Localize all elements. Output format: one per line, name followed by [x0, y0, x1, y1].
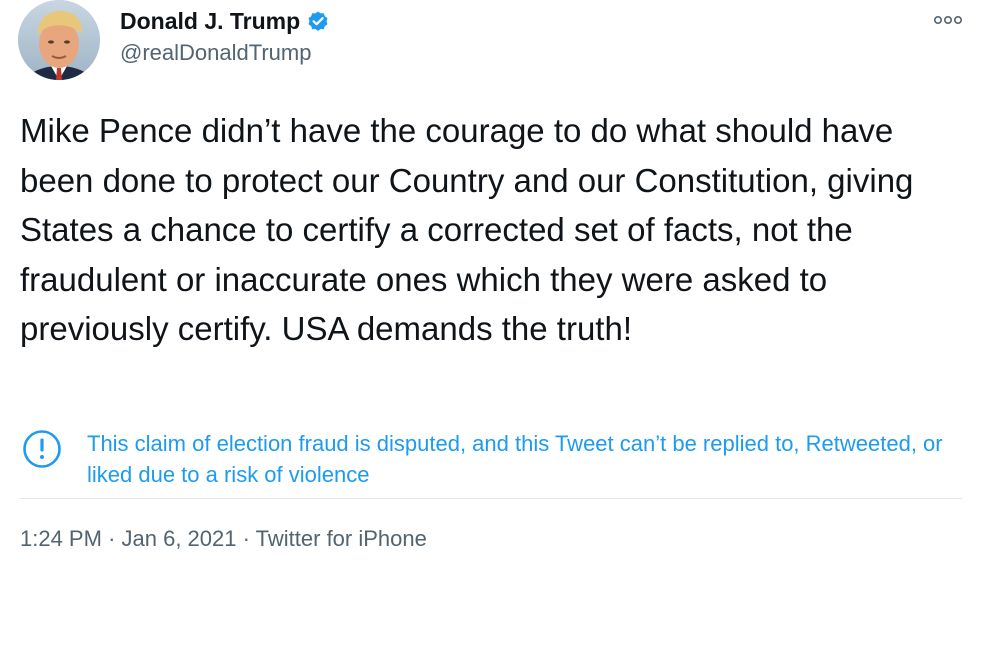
author-name-row: Donald J. Trump — [120, 6, 330, 36]
disputed-claim-notice[interactable]: This claim of election fraud is disputed… — [22, 426, 962, 492]
tweet-source[interactable]: Twitter for iPhone — [256, 526, 427, 551]
ellipsis-icon — [933, 15, 962, 25]
divider — [20, 498, 962, 499]
disputed-claim-text[interactable]: This claim of election fraud is disputed… — [87, 428, 967, 490]
tweet-text: Mike Pence didn’t have the courage to do… — [20, 112, 914, 347]
verified-badge-icon — [308, 11, 328, 31]
tweet-metadata: 1:24 PM · Jan 6, 2021 · Twitter for iPho… — [20, 526, 427, 552]
meta-separator: · — [242, 526, 250, 551]
tweet-card: Donald J. Trump @realDonaldTrump Mike Pe… — [0, 0, 986, 670]
profile-photo — [18, 0, 100, 80]
author-handle[interactable]: @realDonaldTrump — [120, 40, 311, 66]
tweet-time[interactable]: 1:24 PM — [20, 526, 102, 551]
exclamation-circle-icon — [23, 430, 61, 468]
meta-separator: · — [108, 526, 116, 551]
more-options-button[interactable] — [930, 10, 966, 30]
tweet-date[interactable]: Jan 6, 2021 — [122, 526, 237, 551]
author-display-name[interactable]: Donald J. Trump — [120, 8, 300, 35]
avatar[interactable] — [18, 0, 100, 80]
